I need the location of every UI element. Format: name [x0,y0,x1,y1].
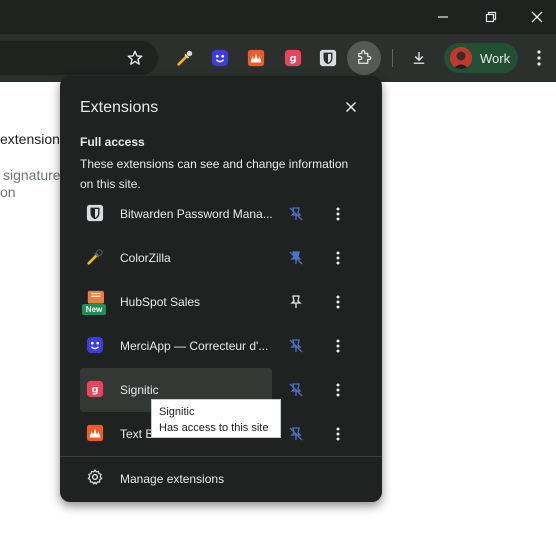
extension-tooltip: Signitic Has access to this site [151,399,281,438]
divider [60,456,382,457]
more-vert-icon [336,339,340,353]
profile-chip[interactable]: Work [444,43,518,73]
merciapp-icon [86,336,104,354]
close-icon [531,11,543,23]
extension-more-button[interactable] [328,380,348,400]
unpinned-icon [289,339,303,353]
signitic-icon: g [86,380,104,398]
svg-text:g: g [289,54,296,65]
merciapp-icon [211,49,229,67]
svg-text:g: g [91,385,98,396]
bookmark-star-button[interactable] [124,47,146,69]
more-vert-icon [336,295,340,309]
tooltip-title: Signitic [159,406,195,418]
profile-label: Work [480,50,511,66]
star-icon [127,50,143,65]
extension-row[interactable]: New HubSpot Sales [80,280,362,324]
unpinned-icon [289,427,303,441]
toolbar-text-blaze-button[interactable] [246,48,266,68]
close-window-button[interactable] [514,0,556,34]
extension-name: Text B [120,427,154,441]
pin-toggle-button[interactable] [286,336,306,356]
extension-row[interactable]: MerciApp — Correcteur d'... [80,324,362,368]
unpinned-icon [289,251,303,265]
more-vert-icon [336,207,340,221]
colorzilla-eyedropper-icon [177,50,193,66]
pin-toggle-button[interactable] [286,248,306,268]
close-icon [345,101,357,113]
pinned-icon [290,295,302,308]
extension-more-button[interactable] [328,248,348,268]
pin-toggle-button[interactable] [286,292,306,312]
extension-more-button[interactable] [328,204,348,224]
pin-toggle-button[interactable] [286,204,306,224]
signitic-icon: g [284,49,302,67]
extension-name: HubSpot Sales [120,295,201,309]
toolbar-merciapp-button[interactable] [210,48,230,68]
restore-button[interactable] [468,0,514,34]
new-badge: New [82,304,106,315]
extension-more-button[interactable] [328,292,348,312]
extension-name: Signitic [120,383,159,397]
minimize-button[interactable] [420,0,466,34]
extension-more-button[interactable] [328,336,348,356]
window-titlebar [0,0,556,34]
extension-name: Bitwarden Password Mana... [120,207,273,221]
minimize-icon [438,16,448,18]
extensions-menu-popup: Extensions Full access These extensions … [60,76,382,502]
bitwarden-icon [319,49,337,67]
extension-row[interactable]: ColorZilla [80,236,362,280]
manage-extensions-label: Manage extensions [120,472,225,486]
more-menu-icon [537,50,541,66]
extension-more-button[interactable] [328,424,348,444]
downloads-button[interactable] [408,47,430,69]
extensions-puzzle-icon [358,49,372,64]
section-description: These extensions can see and change info… [80,157,349,191]
text-blaze-icon [247,49,265,67]
more-vert-icon [336,251,340,265]
bitwarden-icon [86,204,104,222]
extension-name: ColorZilla [120,251,171,265]
popup-title: Extensions [80,99,159,116]
tooltip-detail: Has access to this site [159,422,269,434]
page-text-fragment: on [0,184,16,200]
toolbar-signitic-button[interactable]: g [283,48,303,68]
more-vert-icon [336,427,340,441]
restore-icon [485,11,497,23]
page-text-fragment: extension [0,131,60,147]
page-text-fragment: signature [3,167,61,183]
toolbar-separator [392,49,393,67]
close-popup-button[interactable] [342,98,360,116]
pin-toggle-button[interactable] [286,424,306,444]
toolbar-bitwarden-button[interactable] [318,48,338,68]
manage-extensions-button[interactable]: Manage extensions [80,462,362,494]
pin-toggle-button[interactable] [286,380,306,400]
toolbar-colorzilla-button[interactable] [175,48,195,68]
unpinned-icon [289,383,303,397]
extension-name: MerciApp — Correcteur d'... [120,339,269,353]
colorzilla-eyedropper-icon [87,249,103,265]
download-icon [413,52,425,64]
avatar [450,47,472,69]
extension-row[interactable]: Bitwarden Password Mana... [80,192,362,236]
section-title: Full access [80,135,145,149]
avatar-person-icon [450,47,472,69]
extensions-button[interactable] [347,41,381,75]
more-menu-button[interactable] [530,47,548,69]
gear-icon [87,469,103,485]
unpinned-icon [289,207,303,221]
text-blaze-icon [86,424,104,442]
more-vert-icon [336,383,340,397]
